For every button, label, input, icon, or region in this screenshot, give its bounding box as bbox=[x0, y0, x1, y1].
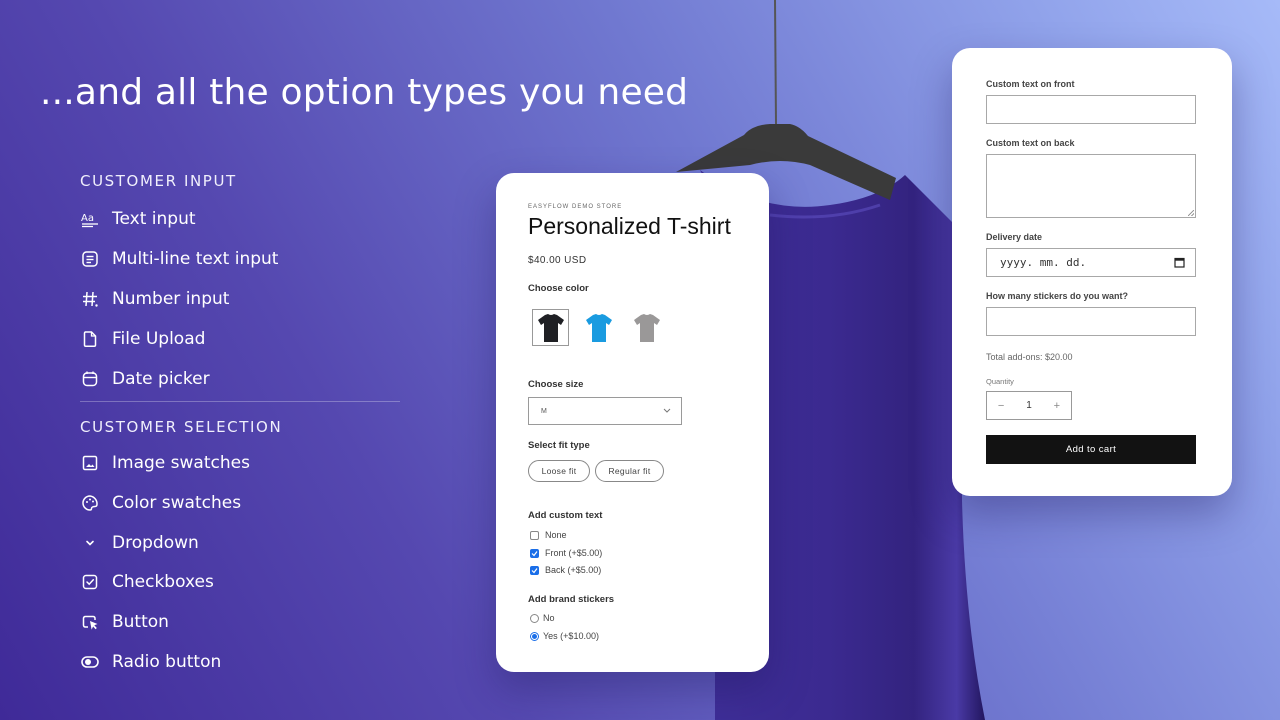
feature-number-input: Number input bbox=[80, 287, 229, 311]
radio-checked[interactable] bbox=[530, 631, 539, 641]
choose-color-label: Choose color bbox=[528, 283, 589, 294]
feature-text-input: Aa Text input bbox=[80, 207, 196, 231]
feature-label: Image swatches bbox=[112, 453, 250, 473]
tshirt-icon bbox=[585, 313, 612, 342]
custom-options-card: Custom text on front Custom text on back… bbox=[952, 48, 1232, 496]
file-icon bbox=[80, 329, 100, 349]
feature-label: Text input bbox=[112, 209, 196, 229]
check-icon bbox=[531, 567, 538, 573]
feature-color-swatches: Color swatches bbox=[80, 491, 241, 515]
store-name: EASYFLOW DEMO STORE bbox=[528, 204, 623, 210]
color-swatch-blue[interactable] bbox=[580, 309, 617, 346]
option-label: Front (+$5.00) bbox=[545, 548, 603, 558]
fit-option-regular[interactable]: Regular fit bbox=[595, 460, 664, 482]
front-text-label: Custom text on front bbox=[986, 79, 1075, 89]
feature-image-swatches: Image swatches bbox=[80, 451, 250, 475]
feature-label: Dropdown bbox=[112, 533, 199, 553]
choose-size-label: Choose size bbox=[528, 379, 584, 390]
front-text-input[interactable] bbox=[986, 95, 1196, 124]
product-title: Personalized T-shirt bbox=[528, 213, 731, 239]
feature-label: Checkboxes bbox=[112, 572, 214, 592]
tshirt-icon bbox=[537, 313, 564, 342]
custom-text-option-front[interactable]: Front (+$5.00) bbox=[530, 548, 602, 558]
stickers-option-yes[interactable]: Yes (+$10.00) bbox=[530, 631, 599, 641]
toggle-icon bbox=[80, 652, 100, 672]
fit-type-label: Select fit type bbox=[528, 440, 590, 451]
color-swatch-gray[interactable] bbox=[628, 309, 665, 346]
total-addons: Total add-ons: $20.00 bbox=[986, 352, 1073, 362]
section-divider bbox=[80, 401, 400, 402]
feature-label: Color swatches bbox=[112, 493, 242, 513]
checkbox-icon bbox=[80, 572, 100, 592]
stickers-count-input[interactable] bbox=[986, 307, 1196, 336]
section-heading-customer-input: CUSTOMER INPUT bbox=[80, 172, 237, 190]
fit-option-loose[interactable]: Loose fit bbox=[528, 460, 590, 482]
product-price: $40.00 USD bbox=[528, 255, 587, 266]
tshirt-icon bbox=[633, 313, 660, 342]
option-label: Back (+$5.00) bbox=[545, 565, 602, 575]
resize-grip-icon[interactable] bbox=[1188, 210, 1194, 216]
quantity-value[interactable]: 1 bbox=[1026, 400, 1032, 411]
quantity-stepper: − 1 + bbox=[986, 391, 1072, 420]
option-label: No bbox=[543, 613, 555, 623]
svg-text:Aa: Aa bbox=[81, 213, 94, 224]
cursor-click-icon bbox=[80, 612, 100, 632]
stickers-option-no[interactable]: No bbox=[530, 613, 555, 623]
hanger-wire bbox=[774, 0, 777, 125]
feature-label: Button bbox=[112, 612, 169, 632]
text-format-icon: Aa bbox=[80, 209, 100, 229]
headline: ...and all the option types you need bbox=[40, 72, 689, 113]
feature-label: Number input bbox=[112, 289, 230, 309]
palette-icon bbox=[80, 493, 100, 513]
chevron-down-icon bbox=[663, 408, 671, 413]
quantity-increase-button[interactable]: + bbox=[1054, 400, 1060, 412]
back-text-textarea[interactable] bbox=[986, 154, 1196, 218]
multiline-text-icon bbox=[80, 249, 100, 269]
delivery-date-label: Delivery date bbox=[986, 232, 1043, 242]
size-select[interactable]: M bbox=[528, 397, 682, 425]
feature-label: Multi-line text input bbox=[112, 249, 279, 269]
section-heading-customer-selection: CUSTOMER SELECTION bbox=[80, 418, 283, 436]
feature-button: Button bbox=[80, 610, 169, 634]
checkbox[interactable] bbox=[530, 530, 539, 540]
custom-text-option-back[interactable]: Back (+$5.00) bbox=[530, 565, 601, 575]
feature-label: Date picker bbox=[112, 369, 210, 389]
brand-stickers-label: Add brand stickers bbox=[528, 594, 615, 605]
feature-dropdown: Dropdown bbox=[80, 531, 199, 555]
feature-radio-button: Radio button bbox=[80, 650, 221, 674]
quantity-label: Quantity bbox=[986, 377, 1014, 386]
check-icon bbox=[531, 550, 538, 556]
calendar-icon[interactable] bbox=[1174, 257, 1185, 268]
product-card: EASYFLOW DEMO STORE Personalized T-shirt… bbox=[496, 173, 769, 672]
feature-date-picker: Date picker bbox=[80, 367, 210, 391]
date-placeholder: yyyy. mm. dd. bbox=[1000, 256, 1087, 269]
image-icon bbox=[80, 453, 100, 473]
option-label: None bbox=[545, 530, 567, 540]
checkbox-checked[interactable] bbox=[530, 565, 539, 575]
custom-text-option-none[interactable]: None bbox=[530, 530, 567, 540]
add-to-cart-button[interactable]: Add to cart bbox=[986, 435, 1196, 464]
hash-icon bbox=[80, 289, 100, 309]
chevron-down-icon bbox=[80, 533, 100, 553]
calendar-icon bbox=[80, 369, 100, 389]
feature-checkboxes: Checkboxes bbox=[80, 570, 214, 594]
custom-text-label: Add custom text bbox=[528, 510, 603, 521]
delivery-date-input[interactable]: yyyy. mm. dd. bbox=[986, 248, 1196, 277]
feature-file-upload: File Upload bbox=[80, 327, 205, 351]
feature-multiline-text-input: Multi-line text input bbox=[80, 247, 278, 271]
back-text-label: Custom text on back bbox=[986, 138, 1075, 148]
feature-label: Radio button bbox=[112, 652, 222, 672]
color-swatch-black[interactable] bbox=[532, 309, 569, 346]
feature-label: File Upload bbox=[112, 329, 206, 349]
size-select-value: M bbox=[541, 407, 547, 415]
option-label: Yes (+$10.00) bbox=[543, 631, 599, 641]
stickers-count-label: How many stickers do you want? bbox=[986, 291, 1129, 301]
radio[interactable] bbox=[530, 613, 539, 623]
checkbox-checked[interactable] bbox=[530, 548, 539, 558]
quantity-decrease-button[interactable]: − bbox=[998, 400, 1004, 412]
